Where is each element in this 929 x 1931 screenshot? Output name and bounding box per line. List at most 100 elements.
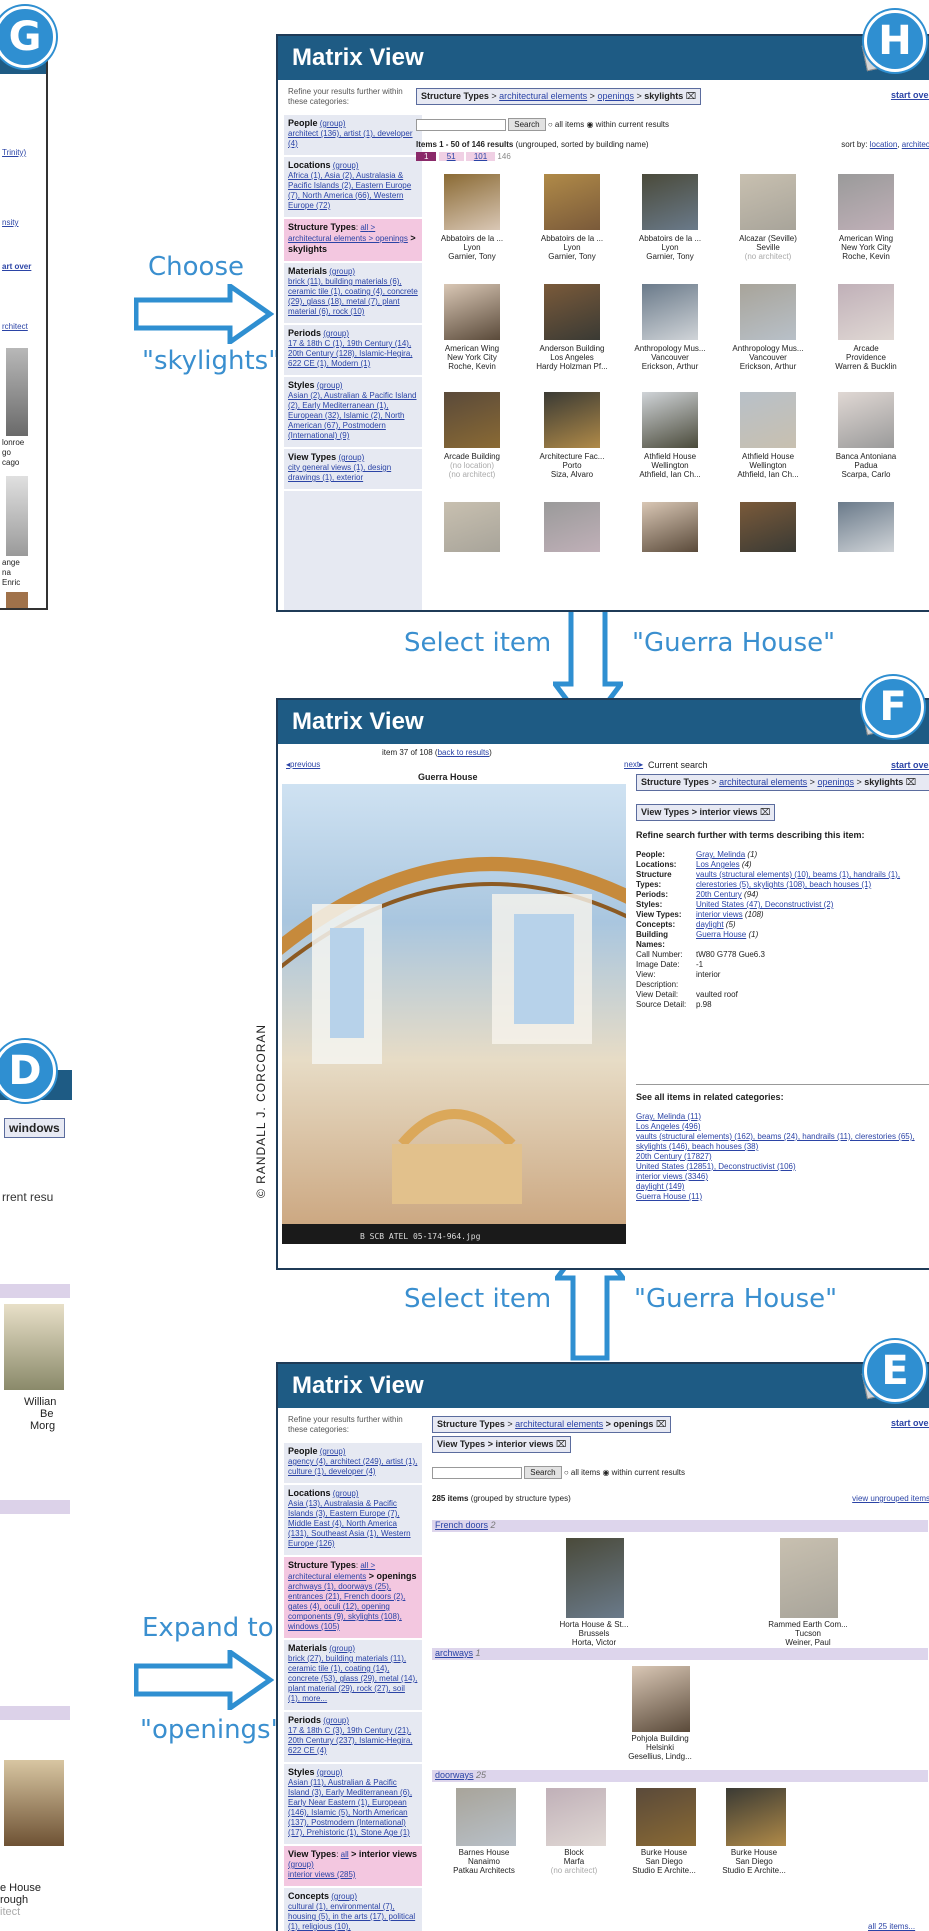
f-related-link[interactable]: Guerra House (11) [636,1192,929,1202]
f-next[interactable]: next▸ [624,760,643,769]
h-result-label[interactable]: Anthropology Mus... Vancouver Erickson, Ar… [626,344,714,371]
h-crumb: Structure Types > architectural elements… [416,88,702,105]
h-result-label[interactable]: Abbatoirs de la ... Lyon Garnier, Tony [528,234,616,261]
e-search-button[interactable]: Search [524,1466,562,1479]
f-photo[interactable]: B SCB ATEL 05-174-964.jpg [282,784,626,1244]
h-result-label[interactable]: Architecture Fac... Porto Siza, Alvaro [528,452,616,479]
h-all-items[interactable]: all items [555,120,584,129]
g-thumb-1[interactable] [6,348,28,436]
g-text-3[interactable]: art over [2,262,31,272]
f-crumb2-close-icon[interactable]: ⌧ [760,807,770,817]
h-page-101[interactable]: 101 [465,152,496,161]
h-result-label[interactable]: Abbatoirs de la ... Lyon Garnier, Tony [428,234,516,261]
h-result-thumb[interactable] [444,284,500,340]
h-result-label[interactable]: Athfield House Wellington Athfield, Ian Ch… [626,452,714,479]
f-start-over[interactable]: start over [891,760,929,770]
e-result-thumb[interactable] [726,1788,786,1846]
f-related-link[interactable]: Los Angeles (496) [636,1122,929,1132]
h-result-thumb-partial[interactable] [838,502,894,552]
f-related-link[interactable]: daylight (149) [636,1182,929,1192]
e-view-ungrouped[interactable]: view ungrouped items [852,1494,929,1503]
g-text-2[interactable]: nsity [2,218,18,228]
e-result-thumb[interactable] [632,1666,690,1732]
f-related-link[interactable]: Gray, Melinda (11) [636,1112,929,1122]
e-group-header[interactable]: archways 1 [432,1648,928,1660]
e-result-thumb[interactable] [456,1788,516,1846]
g-text-4[interactable]: rchitect [2,322,28,332]
h-result-thumb[interactable] [838,392,894,448]
e-result-thumb[interactable] [546,1788,606,1846]
f-related-link[interactable]: vaults (structural elements) (162), beam… [636,1132,929,1152]
e-group-header[interactable]: French doors 2 [432,1520,928,1532]
d-thumb-2[interactable] [4,1760,64,1846]
h-result-label[interactable]: Athfield House Wellington Athfield, Ian Ch… [724,452,812,479]
e-crumb2-close-icon[interactable]: ⌧ [556,1439,566,1449]
e-result-thumb[interactable] [636,1788,696,1846]
f-meta-row: Locations: Los Angeles (4) [636,860,752,869]
f-related-link[interactable]: United States (12851), Deconstructivist … [636,1162,929,1172]
e-search-input[interactable] [432,1466,522,1479]
h-crumb-close-icon[interactable]: ⌧ [686,91,696,101]
f-meta: People: Gray, Melinda (1) Locations: Los An… [636,850,929,1010]
h-result-label[interactable]: American Wing New York City Roche, Kevin [428,344,516,371]
g-text-1[interactable]: Trinity) [2,148,26,158]
h-result-thumb[interactable] [444,174,500,230]
e-all-items[interactable]: all items [571,1468,600,1477]
h-result-label[interactable]: Arcade Providence Warren & Bucklin [822,344,910,371]
h-result-label[interactable]: Alcazar (Seville) Seville (no architect) [724,234,812,261]
h-result-label[interactable]: Banca Antoniana Padua Scarpa, Carlo [822,452,910,479]
e-result-label[interactable]: Block Marfa (no architect) [530,1848,618,1875]
h-result-thumb[interactable] [544,174,600,230]
e-result-label[interactable]: Horta House & St... Brussels Horta, Victor [550,1620,638,1647]
screen-g-partial: Trinity) nsity art over rchitect lonroe … [0,28,48,610]
h-result-label[interactable]: Anthropology Mus... Vancouver Erickson, Ar… [724,344,812,371]
h-result-thumb[interactable] [642,392,698,448]
h-result-thumb-partial[interactable] [544,502,600,552]
d-thumb-1[interactable] [4,1304,64,1390]
e-result-label[interactable]: Barnes House Nanaimo Patkau Architects [440,1848,528,1875]
f-related-link[interactable]: interior views (3346) [636,1172,929,1182]
h-result-label[interactable]: Anderson Building Los Angeles Hardy Holzma… [528,344,616,371]
e-within[interactable]: within current results [612,1468,685,1477]
g-thumb-2[interactable] [6,476,28,556]
h-result-label[interactable]: Arcade Building (no location) (no architec… [428,452,516,479]
e-result-thumb[interactable] [780,1538,838,1618]
h-page-51[interactable]: 51 [438,152,464,161]
h-result-thumb[interactable] [740,392,796,448]
h-result-thumb[interactable] [838,284,894,340]
h-result-thumb[interactable] [740,284,796,340]
e-crumb1-close-icon[interactable]: ⌧ [656,1419,666,1429]
f-crumb1-close-icon[interactable]: ⌧ [906,777,916,787]
h-start-over[interactable]: start over [891,90,929,100]
e-all-items-link[interactable]: all 25 items... [868,1922,915,1931]
h-result-thumb-partial[interactable] [740,502,796,552]
f-related-link[interactable]: 20th Century (17827) [636,1152,929,1162]
h-result-label[interactable]: Abbatoirs de la ... Lyon Garnier, Tony [626,234,714,261]
h-search-button[interactable]: Search [508,118,546,131]
h-result-thumb[interactable] [740,174,796,230]
h-result-label[interactable]: American Wing New York City Roche, Kevin [822,234,910,261]
h-result-thumb[interactable] [642,174,698,230]
h-search-input[interactable] [416,118,506,131]
g-thumb-3[interactable] [6,592,28,608]
f-related: Gray, Melinda (11) Los Angeles (496) vault… [636,1112,929,1202]
h-result-thumb[interactable] [544,392,600,448]
h-result-thumb-partial[interactable] [444,502,500,552]
h-result-thumb-partial[interactable] [642,502,698,552]
f-previous[interactable]: ◂previous [286,760,320,769]
h-result-thumb[interactable] [642,284,698,340]
h-within[interactable]: within current results [596,120,669,129]
e-result-label[interactable]: Rammed Earth Com... Tucson Weiner, Paul [764,1620,852,1647]
h-result-thumb[interactable] [544,284,600,340]
e-result-thumb[interactable] [566,1538,624,1618]
e-result-label[interactable]: Pohjola Building Helsinki Gesellius, Lindg… [616,1734,704,1761]
e-result-label[interactable]: Burke House San Diego Studio E Archite... [620,1848,708,1875]
e-start-over[interactable]: start over [891,1418,929,1428]
h-result-thumb[interactable] [444,392,500,448]
e-result-label[interactable]: Burke House San Diego Studio E Archite... [710,1848,798,1875]
f-plain-row: View: interior [636,970,721,979]
e-group-header[interactable]: doorways 25 [432,1770,928,1782]
h-page-1[interactable]: 1 [416,152,437,161]
d-windows-crumb[interactable]: windows [4,1118,65,1138]
h-result-thumb[interactable] [838,174,894,230]
